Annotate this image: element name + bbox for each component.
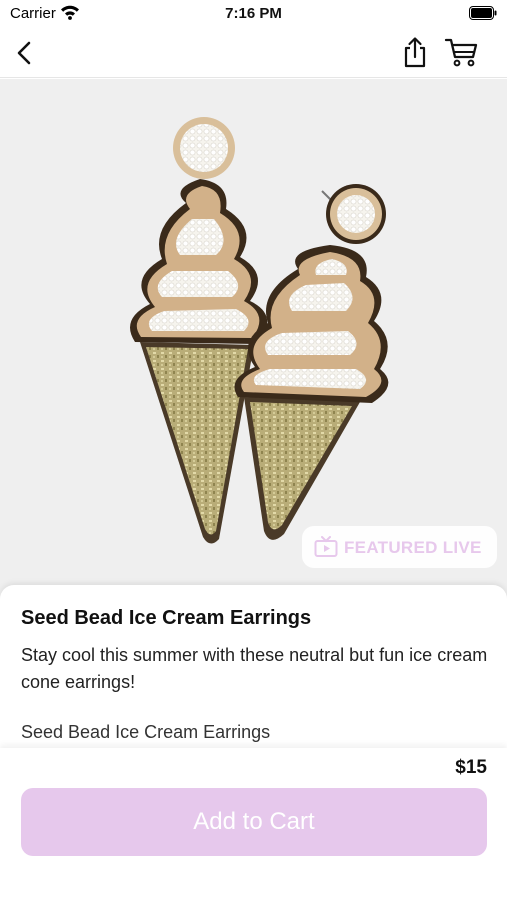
share-icon [404, 37, 426, 68]
earrings-illustration [130, 117, 389, 544]
featured-live-badge[interactable]: FEATURED LIVE [302, 526, 497, 568]
tv-play-icon [314, 536, 338, 563]
cart-button[interactable] [444, 36, 480, 68]
product-image[interactable] [0, 79, 507, 599]
purchase-panel: $15 Add to Cart [0, 748, 507, 900]
left-earring [130, 117, 268, 544]
back-button[interactable] [12, 38, 38, 68]
product-description: Stay cool this summer with these neutral… [21, 645, 488, 692]
status-bar: Carrier 7:16 PM [0, 0, 507, 28]
featured-live-label: FEATURED LIVE [344, 538, 482, 557]
product-price: $15 [455, 757, 487, 778]
chevron-left-icon [17, 41, 31, 65]
product-description-extra: Seed Bead Ice Cream Earrings [21, 722, 271, 742]
add-to-cart-button[interactable]: Add to Cart [21, 788, 487, 856]
cart-icon [444, 38, 478, 67]
right-earring [234, 184, 389, 540]
clock: 7:16 PM [225, 5, 282, 22]
nav-bar [0, 28, 507, 78]
share-button[interactable] [400, 36, 430, 68]
product-title: Seed Bead Ice Cream Earrings [21, 607, 312, 629]
product-info-card: Seed Bead Ice Cream Earrings Stay cool t… [0, 585, 507, 755]
battery-icon [469, 6, 497, 25]
